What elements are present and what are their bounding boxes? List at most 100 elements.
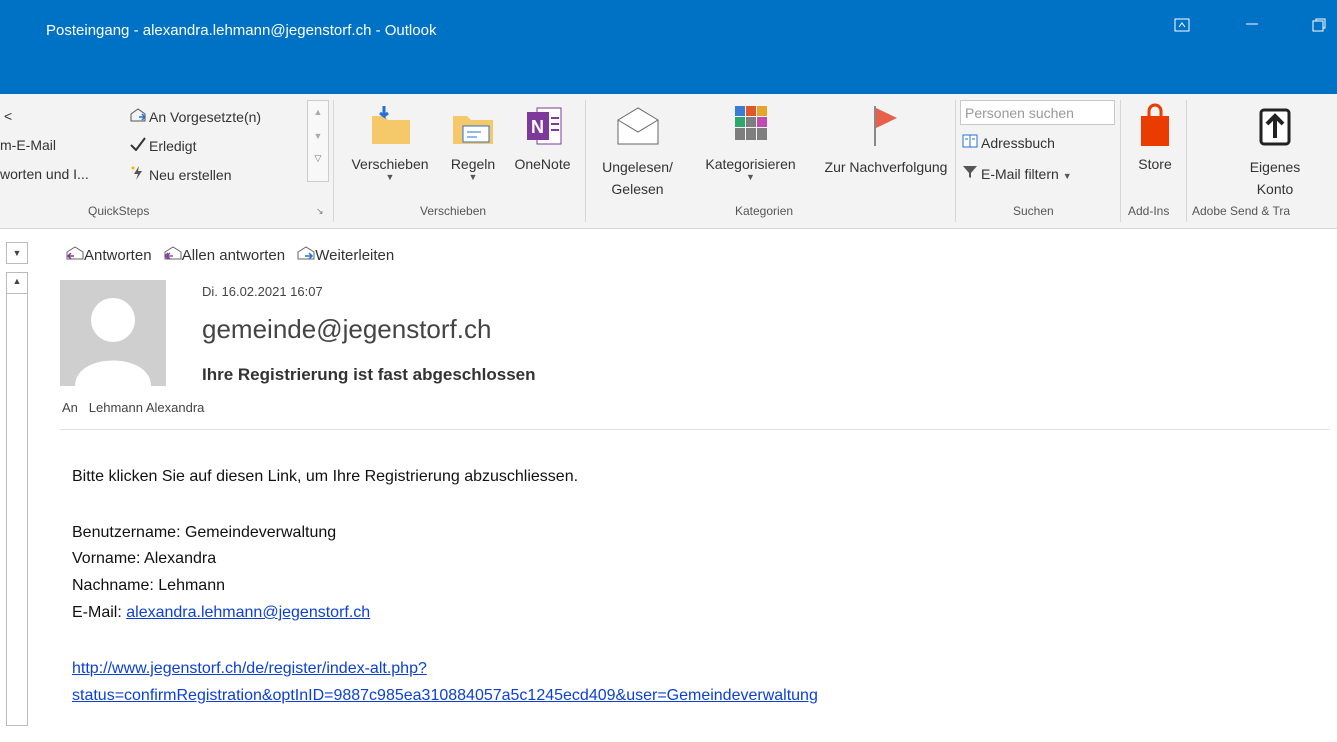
regeln-button[interactable]: Regeln ▼ [443,102,503,182]
forward-mail-icon [130,108,147,125]
ungelesen-gelesen-label: Ungelesen/ Gelesen [602,159,673,197]
confirm-link-part1[interactable]: http://www.jegenstorf.ch/de/register/ind… [72,660,427,677]
body-username: Benutzername: Gemeindeverwaltung [72,524,337,541]
kategorisieren-button[interactable]: Kategorisieren ▼ [688,102,813,182]
group-separator [955,100,956,222]
dropdown-caret-icon: ▼ [385,172,395,182]
filter-icon [962,165,978,182]
confirm-link-line1[interactable]: http://www.jegenstorf.ch/de/register/ind… [72,660,427,678]
addins-group-label: Add-Ins [1128,204,1170,218]
zur-nachverfolgung-button[interactable]: Zur Nachverfolgung [815,102,950,178]
quickstep-vorgesetzte[interactable]: An Vorgesetzte(n) [130,108,261,125]
scroll-up-icon[interactable]: ▲ [7,276,27,286]
avatar [60,280,166,386]
group-separator [1186,100,1187,222]
reply-all-icon [163,246,182,264]
onenote-icon: N [519,102,567,150]
allen-antworten-label: Allen antworten [181,247,286,264]
reply-icon [66,246,84,264]
weiterleiten-label: Weiterleiten [315,247,395,264]
envelope-icon [614,102,662,150]
confirm-link-line2[interactable]: status=confirmRegistration&optInID=9887c… [72,687,818,705]
quicksteps-scroller[interactable]: ▲ ▼ ▽ [307,100,329,182]
group-separator [1120,100,1121,222]
flag-icon [859,102,907,150]
sender-address[interactable]: gemeinde@jegenstorf.ch [202,314,491,345]
svg-text:N: N [531,117,544,137]
verschieben-group-label: Verschieben [420,204,487,218]
quickstep-left-1[interactable]: < [4,108,12,124]
categorize-icon [727,102,775,150]
ribbon: < m-E-Mail worten und I... An Vorgesetzt… [0,94,1337,229]
body-lastname: Nachname: Lehmann [72,577,225,594]
address-book-icon [962,134,978,151]
list-dropdown-icon[interactable]: ▼ [6,242,28,264]
verschieben-button[interactable]: Verschieben ▼ [340,102,440,182]
recipient-name[interactable]: Lehmann Alexandra [89,400,205,415]
message-actions: Antworten Allen antworten Weiterleiten [66,246,402,264]
onenote-label: OneNote [514,156,571,172]
group-separator [585,100,586,222]
title-bar: Posteingang - alexandra.lehmann@jegensto… [0,0,1337,94]
email-filtern-label: E-Mail filtern [981,166,1059,182]
rules-icon [449,102,497,150]
quickstep-neu-erstellen-label: Neu erstellen [149,167,232,183]
reading-pane: Antworten Allen antworten Weiterleiten D… [42,228,1337,742]
verschieben-label: Verschieben [351,156,429,172]
dropdown-caret-icon: ▼ [1062,171,1072,181]
eigenes-konto-label: Eigenes Konto [1249,159,1301,197]
minimize-icon[interactable] [1244,16,1260,34]
dropdown-caret-icon: ▼ [746,172,755,182]
adressbuch-button[interactable]: Adressbuch [962,134,1055,151]
quicksteps-group-label: QuickSteps [88,204,150,218]
allen-antworten-button[interactable]: Allen antworten [163,246,286,264]
weiterleiten-button[interactable]: Weiterleiten [297,246,395,264]
folder-move-icon [366,102,414,150]
ungelesen-gelesen-button[interactable]: Ungelesen/ Gelesen [590,102,685,200]
personen-suchen-input[interactable]: Personen suchen [960,100,1115,125]
recipient-line: An Lehmann Alexandra [62,400,204,415]
vertical-scrollbar[interactable]: ▲ [6,272,28,726]
ribbon-display-options-icon[interactable] [1174,18,1190,36]
adobe-group-label: Adobe Send & Tra [1192,204,1291,218]
email-link[interactable]: alexandra.lehmann@jegenstorf.ch [126,604,370,621]
email-filtern-button[interactable]: E-Mail filtern ▼ [962,165,1072,182]
body-email-line: E-Mail: alexandra.lehmann@jegenstorf.ch [72,604,370,622]
onenote-button[interactable]: N OneNote [505,102,580,172]
body-intro: Bitte klicken Sie auf diesen Link, um Ih… [72,468,579,485]
adressbuch-label: Adressbuch [981,135,1055,151]
message-list-edge: ▼ ▲ [0,228,42,742]
kategorisieren-label: Kategorisieren [705,156,796,172]
antworten-button[interactable]: Antworten [66,246,152,264]
dialog-launcher-icon[interactable]: ↘ [316,206,324,217]
quickstep-vorgesetzte-label: An Vorgesetzte(n) [149,109,262,125]
group-separator [333,100,334,222]
forward-icon [297,246,315,264]
suchen-group-label: Suchen [1013,204,1054,218]
zur-nachverfolgung-label: Zur Nachverfolgung [824,159,948,175]
quickstep-neu-erstellen[interactable]: Neu erstellen [130,166,232,183]
quickstep-erledigt[interactable]: Erledigt [130,137,196,154]
header-divider [60,429,1330,430]
regeln-label: Regeln [450,156,496,172]
maximize-icon[interactable] [1312,18,1326,36]
kategorien-group-label: Kategorien [735,204,794,218]
quickstep-left-2[interactable]: m-E-Mail [0,137,56,153]
store-button[interactable]: Store [1125,102,1185,172]
message-subject: Ihre Registrierung ist fast abgeschlosse… [202,365,536,384]
email-label: E-Mail: [72,604,127,621]
lightning-icon [130,166,146,183]
antworten-label: Antworten [84,247,152,264]
checkmark-icon [130,137,146,154]
quickstep-left-3[interactable]: worten und I... [0,166,89,182]
dropdown-caret-icon: ▼ [468,172,478,182]
store-icon [1131,102,1179,150]
quickstep-erledigt-label: Erledigt [149,138,197,154]
confirm-link-part2[interactable]: status=confirmRegistration&optInID=9887c… [72,687,818,704]
store-label: Store [1138,156,1172,172]
eigenes-konto-button[interactable]: Eigenes Konto [1225,102,1325,200]
body-firstname: Vorname: Alexandra [72,550,217,567]
to-label: An [62,400,78,415]
adobe-send-icon [1251,102,1299,150]
message-date: Di. 16.02.2021 16:07 [202,284,323,299]
